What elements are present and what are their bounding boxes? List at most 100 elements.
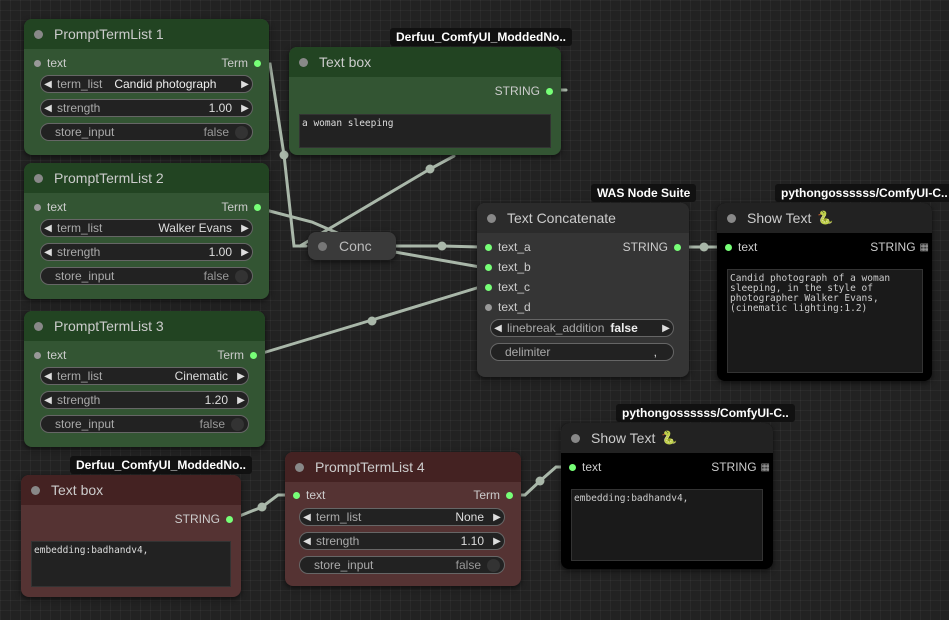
arrow-left-icon[interactable]: ◀ <box>41 223 55 234</box>
input-slot-text-d[interactable]: text_d <box>479 299 531 315</box>
input-slot-text[interactable]: text <box>28 55 66 71</box>
input-slot-text[interactable]: text <box>28 199 66 215</box>
prompt-term-list-4-node[interactable]: PromptTermList 4 text Term ◀ term_list N… <box>285 452 521 586</box>
arrow-left-icon[interactable]: ◀ <box>300 512 314 523</box>
arrow-right-icon[interactable]: ▶ <box>234 371 248 382</box>
node-title-bar[interactable]: Show Text 🐍 <box>561 423 773 453</box>
store-input-toggle[interactable]: store_input false <box>40 123 253 141</box>
prompt-term-list-2-node[interactable]: PromptTermList 2 text Term ◀ term_list W… <box>24 163 269 299</box>
output-slot-string[interactable]: STRING ▦ <box>711 459 771 475</box>
node-title-bar[interactable]: Text Concatenate <box>477 203 689 233</box>
show-text-output[interactable]: Candid photograph of a woman sleeping, i… <box>727 269 923 373</box>
node-title-bar[interactable]: Text box <box>289 47 561 77</box>
delimiter-field[interactable]: delimiter , <box>490 343 674 361</box>
arrow-left-icon[interactable]: ◀ <box>41 395 55 406</box>
grid-icon[interactable]: ▦ <box>920 242 930 253</box>
show-text-output[interactable]: embedding:badhandv4, <box>571 489 763 561</box>
arrow-left-icon[interactable]: ◀ <box>41 371 55 382</box>
input-pin-icon[interactable] <box>34 203 41 211</box>
output-pin-icon[interactable] <box>254 203 261 211</box>
input-slot-text-a[interactable]: text_a <box>479 239 531 255</box>
output-slot-string[interactable]: STRING <box>623 239 687 255</box>
store-input-toggle[interactable]: store_input false <box>40 267 253 285</box>
node-title-bar[interactable]: PromptTermList 3 <box>24 311 265 341</box>
toggle-knob-icon[interactable] <box>235 125 248 139</box>
output-slot-string[interactable]: STRING <box>175 511 239 527</box>
output-slot-term[interactable]: Term <box>221 199 267 215</box>
output-pin-icon[interactable] <box>546 87 553 95</box>
store-input-toggle[interactable]: store_input false <box>299 556 505 574</box>
text-box-textarea[interactable]: embedding:badhandv4, <box>31 541 231 587</box>
arrow-left-icon[interactable]: ◀ <box>491 323 505 334</box>
arrow-left-icon[interactable]: ◀ <box>41 103 55 114</box>
grid-icon[interactable]: ▦ <box>761 462 771 473</box>
collapse-dot-icon[interactable] <box>31 485 40 495</box>
output-pin-icon[interactable] <box>226 515 233 523</box>
output-pin-icon[interactable] <box>254 59 261 67</box>
input-slot-text[interactable]: text <box>287 487 325 503</box>
toggle-knob-icon[interactable] <box>231 417 244 431</box>
collapse-dot-icon[interactable] <box>34 173 43 183</box>
store-input-toggle[interactable]: store_input false <box>40 415 249 433</box>
input-slot-text[interactable]: text <box>28 347 66 363</box>
collapse-dot-icon[interactable] <box>34 321 43 331</box>
toggle-knob-icon[interactable] <box>487 558 500 572</box>
collapse-dot-icon[interactable] <box>727 213 736 223</box>
strength-number[interactable]: ◀ strength 1.00 ▶ <box>40 99 253 117</box>
arrow-right-icon[interactable]: ▶ <box>238 223 252 234</box>
output-slot-string[interactable]: STRING ▦ <box>870 239 930 255</box>
arrow-left-icon[interactable]: ◀ <box>41 247 55 258</box>
text-box-textarea[interactable]: a woman sleeping <box>299 114 551 148</box>
strength-number[interactable]: ◀ strength 1.20 ▶ <box>40 391 249 409</box>
input-pin-icon[interactable] <box>485 303 492 311</box>
term-list-combo[interactable]: ◀ term_list Walker Evans ▶ <box>40 219 253 237</box>
text-concatenate-node[interactable]: Text Concatenate text_a STRING text_b te… <box>477 203 689 377</box>
input-pin-icon[interactable] <box>34 351 41 359</box>
input-pin-icon[interactable] <box>34 59 41 67</box>
output-pin-icon[interactable] <box>506 491 513 499</box>
collapse-dot-icon[interactable] <box>299 57 308 67</box>
input-pin-icon[interactable] <box>485 243 492 251</box>
arrow-right-icon[interactable]: ▶ <box>238 247 252 258</box>
output-slot-term[interactable]: Term <box>473 487 519 503</box>
prompt-term-list-1-node[interactable]: PromptTermList 1 text Term ◀ term_list C… <box>24 19 269 155</box>
text-box-node-2[interactable]: Text box STRING embedding:badhandv4, <box>21 475 241 597</box>
arrow-right-icon[interactable]: ▶ <box>490 512 504 523</box>
collapse-dot-icon[interactable] <box>487 213 496 223</box>
output-pin-icon[interactable] <box>250 351 257 359</box>
node-title-bar[interactable]: Text box <box>21 475 241 505</box>
strength-number[interactable]: ◀ strength 1.10 ▶ <box>299 532 505 550</box>
input-slot-text[interactable]: text <box>563 459 601 475</box>
output-pin-icon[interactable] <box>674 243 681 251</box>
strength-number[interactable]: ◀ strength 1.00 ▶ <box>40 243 253 261</box>
input-pin-icon[interactable] <box>293 491 300 499</box>
node-title-bar[interactable]: PromptTermList 1 <box>24 19 269 49</box>
output-slot-term[interactable]: Term <box>221 55 267 71</box>
conc-collapsed-node[interactable]: Conc <box>308 232 396 260</box>
input-pin-icon[interactable] <box>485 263 492 271</box>
term-list-combo[interactable]: ◀ term_list Cinematic ▶ <box>40 367 249 385</box>
node-title-bar[interactable]: PromptTermList 2 <box>24 163 269 193</box>
prompt-term-list-3-node[interactable]: PromptTermList 3 text Term ◀ term_list C… <box>24 311 265 447</box>
collapse-dot-icon[interactable] <box>295 462 304 472</box>
output-slot-term[interactable]: Term <box>217 347 263 363</box>
node-title-bar[interactable]: Show Text 🐍 <box>717 203 932 233</box>
arrow-right-icon[interactable]: ▶ <box>234 395 248 406</box>
input-pin-icon[interactable] <box>485 283 492 291</box>
show-text-node-2[interactable]: Show Text 🐍 text STRING ▦ embedding:badh… <box>561 423 773 569</box>
term-list-combo[interactable]: ◀ term_list None ▶ <box>299 508 505 526</box>
input-slot-text[interactable]: text <box>719 239 757 255</box>
input-pin-icon[interactable] <box>725 243 732 251</box>
collapse-dot-icon[interactable] <box>34 29 43 39</box>
input-slot-text-b[interactable]: text_b <box>479 259 531 275</box>
toggle-knob-icon[interactable] <box>235 269 248 283</box>
input-slot-text-c[interactable]: text_c <box>479 279 530 295</box>
output-slot-string[interactable]: STRING <box>495 83 559 99</box>
arrow-left-icon[interactable]: ◀ <box>41 79 55 90</box>
arrow-right-icon[interactable]: ▶ <box>659 323 673 334</box>
arrow-right-icon[interactable]: ▶ <box>238 103 252 114</box>
arrow-right-icon[interactable]: ▶ <box>490 536 504 547</box>
text-box-node-1[interactable]: Text box STRING a woman sleeping <box>289 47 561 155</box>
input-pin-icon[interactable] <box>569 463 576 471</box>
collapse-dot-icon[interactable] <box>318 241 327 251</box>
